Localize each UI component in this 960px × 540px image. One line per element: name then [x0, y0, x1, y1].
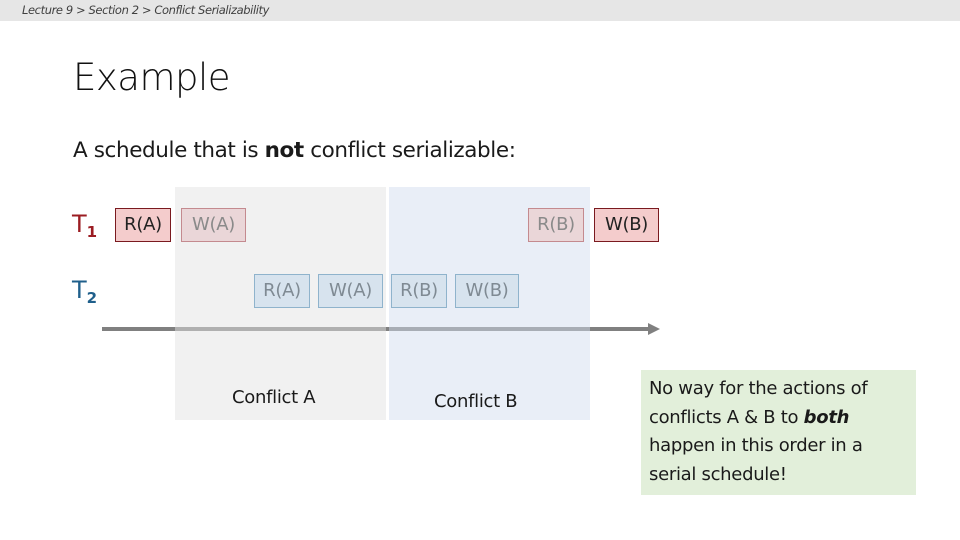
subtitle-suffix: conflict serializable:: [303, 138, 516, 163]
t1-subscript: 1: [86, 223, 98, 241]
subtitle-emphasis: not: [264, 138, 305, 163]
time-axis-segment-b: [389, 327, 590, 331]
t2-op-write-b: W(B): [455, 274, 519, 308]
note-line-4: serial schedule!: [649, 463, 787, 485]
breadcrumb-bar: Lecture 9 > Section 2 > Conflict Seriali…: [0, 0, 960, 21]
note-line-3: happen in this order in a: [649, 435, 863, 456]
t2-op-write-a: W(A): [318, 274, 383, 308]
t1-op-write-b: W(B): [594, 208, 659, 242]
t2-subscript: 2: [86, 289, 98, 307]
conflict-a-label: Conflict A: [232, 387, 316, 408]
breadcrumb: Lecture 9 > Section 2 > Conflict Seriali…: [22, 3, 270, 17]
transaction-t1-label: T1: [72, 210, 97, 241]
explanation-note: No way for the actions of conflicts A & …: [641, 370, 916, 495]
note-line-1: No way for the actions of: [649, 378, 868, 399]
t2-letter: T: [72, 276, 87, 304]
note-line-2: conflicts A & B to both: [649, 404, 908, 433]
slide-title: Example: [73, 56, 231, 99]
t1-op-write-a: W(A): [181, 208, 246, 242]
t1-op-read-b: R(B): [528, 208, 584, 242]
slide-subtitle: A schedule that is not conflict serializ…: [73, 138, 516, 163]
note-line-2-text: conflicts A & B to: [649, 406, 804, 428]
t1-op-read-a: R(A): [115, 208, 171, 242]
t1-letter: T: [72, 210, 87, 238]
subtitle-prefix: A schedule that is: [73, 138, 265, 163]
t2-op-read-a: R(A): [254, 274, 310, 308]
conflict-b-label: Conflict B: [434, 391, 518, 412]
transaction-t2-label: T2: [72, 276, 97, 307]
arrow-right-icon: [648, 323, 660, 335]
t2-op-read-b: R(B): [391, 274, 447, 308]
time-axis-segment-a: [175, 327, 386, 331]
note-emphasis: both: [803, 406, 850, 428]
